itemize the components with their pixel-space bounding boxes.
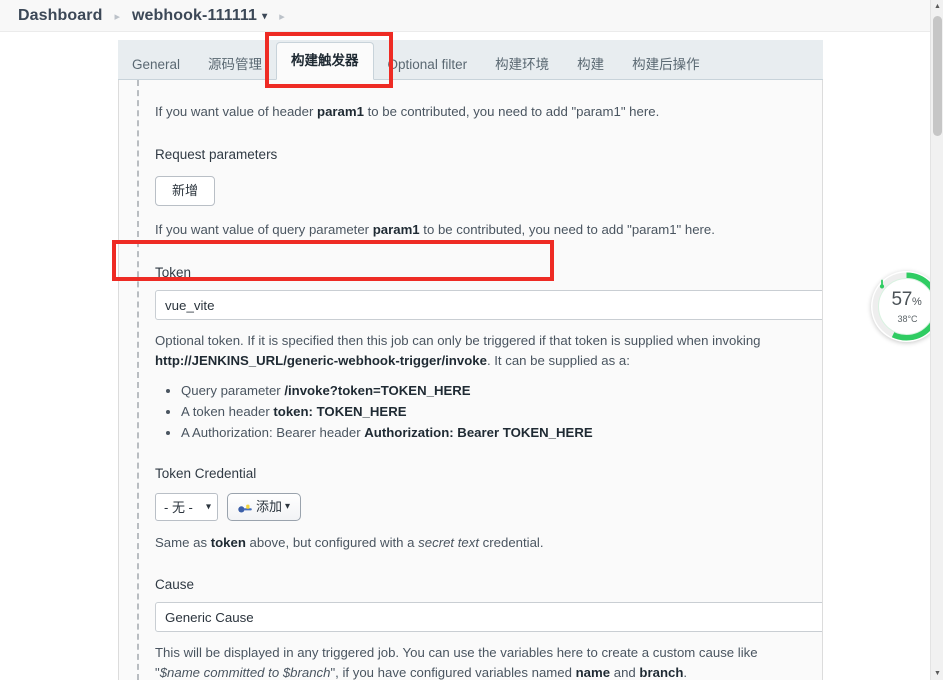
token-help-line-2: http://JENKINS_URL/generic-webhook-trigg… bbox=[137, 351, 822, 370]
cause-help-mid: ", if you have configured variables name… bbox=[330, 665, 576, 680]
header-help-pre: If you want value of header bbox=[155, 104, 318, 119]
token-help-suffix: . It can be supplied as a: bbox=[486, 353, 630, 368]
token-help-url: http://JENKINS_URL/generic-webhook-trigg… bbox=[155, 353, 487, 368]
cause-help-and: and bbox=[610, 665, 640, 680]
list-item: A Authorization: Bearer header Authoriza… bbox=[181, 422, 822, 443]
chevron-down-icon[interactable]: ▾ bbox=[262, 11, 267, 22]
form-body: If you want value of header param1 to be… bbox=[137, 80, 822, 680]
header-help-bold: param1 bbox=[317, 104, 364, 119]
breadcrumb-item-dashboard[interactable]: Dashboard bbox=[18, 7, 102, 25]
cause-label: Cause bbox=[155, 577, 195, 592]
app-window: Dashboard ▸ webhook-111111 ▾ ▸ General 源码… bbox=[0, 0, 943, 680]
tc-help-pre: Same as bbox=[155, 535, 211, 550]
bullet-1-bold: token: TOKEN_HERE bbox=[273, 404, 407, 419]
tc-help-post: credential. bbox=[479, 535, 544, 550]
tc-help-mid: above, but configured with a bbox=[245, 535, 419, 550]
cause-help-line-2: "$name committed to $branch", if you hav… bbox=[137, 663, 822, 680]
cause-input[interactable] bbox=[155, 602, 822, 632]
breadcrumb-separator-icon-2: ▸ bbox=[279, 11, 285, 23]
bullet-0-bold: /invoke?token=TOKEN_HERE bbox=[284, 383, 471, 398]
scrollbar-thumb[interactable] bbox=[933, 16, 942, 136]
gauge-temperature-value: 38°C bbox=[897, 313, 918, 324]
cause-help-italic: $name committed to $branch bbox=[159, 665, 331, 680]
tab-build-environment[interactable]: 构建环境 bbox=[481, 49, 563, 80]
cause-help-bold-name: name bbox=[575, 665, 611, 680]
key-icon bbox=[238, 502, 253, 513]
gauge-percent-unit: % bbox=[912, 295, 922, 308]
request-parameters-label: Request parameters bbox=[155, 147, 278, 162]
breadcrumb: Dashboard ▸ webhook-111111 ▾ ▸ bbox=[0, 0, 930, 32]
gauge-percent-value: 57 bbox=[891, 288, 913, 310]
breadcrumb-separator-icon: ▸ bbox=[114, 11, 121, 23]
add-credential-button[interactable]: 添加 ▾ bbox=[227, 493, 302, 521]
token-credential-select-wrap: - 无 - ▾ bbox=[155, 493, 218, 521]
bullet-0-plain: Query parameter bbox=[181, 383, 285, 398]
token-credential-help: Same as token above, but configured with… bbox=[137, 533, 822, 552]
token-label: Token bbox=[155, 265, 192, 280]
token-supply-list: Query parameter /invoke?token=TOKEN_HERE… bbox=[137, 380, 822, 443]
header-help-post: to be contributed, you need to add "para… bbox=[363, 104, 660, 119]
cause-help-end: . bbox=[683, 665, 688, 680]
vertical-scrollbar[interactable]: ▲ ▼ bbox=[930, 0, 943, 680]
tab-optional-filter[interactable]: Optional filter bbox=[374, 49, 482, 80]
list-item: Query parameter /invoke?token=TOKEN_HERE bbox=[181, 380, 822, 401]
bullet-1-plain: A token header bbox=[181, 404, 274, 419]
rp-help-post: to be contributed, you need to add "para… bbox=[419, 222, 715, 237]
token-credential-label: Token Credential bbox=[155, 466, 257, 481]
tc-help-italic: secret text bbox=[418, 535, 480, 550]
bullet-2-bold: Authorization: Bearer TOKEN_HERE bbox=[364, 425, 593, 440]
token-credential-select[interactable]: - 无 - bbox=[155, 493, 218, 521]
add-credential-label: 添加 bbox=[256, 499, 283, 514]
token-input[interactable] bbox=[155, 290, 822, 320]
header-param-help: If you want value of header param1 to be… bbox=[137, 102, 822, 121]
tab-post-build-actions[interactable]: 构建后操作 bbox=[618, 49, 714, 80]
tab-build[interactable]: 构建 bbox=[563, 49, 618, 80]
breadcrumb-job-label: webhook-111111 bbox=[132, 6, 258, 24]
gauge-percent: 57% bbox=[891, 290, 921, 312]
gauge-inner-face: 57% 38°C bbox=[878, 278, 935, 335]
list-item: A token header token: TOKEN_HERE bbox=[181, 401, 822, 422]
rp-help-bold: param1 bbox=[372, 222, 420, 237]
add-credential-caret-icon: ▾ bbox=[285, 501, 291, 512]
config-tab-strip: General 源码管理 构建触发器 Optional filter 构建环境 … bbox=[118, 40, 823, 80]
scrollbar-up-arrow-icon[interactable]: ▲ bbox=[931, 0, 943, 13]
request-parameters-help: If you want value of query parameter par… bbox=[137, 220, 822, 239]
tc-help-bold: token bbox=[210, 535, 246, 550]
tab-general[interactable]: General bbox=[118, 49, 194, 80]
tab-build-triggers[interactable]: 构建触发器 bbox=[276, 42, 374, 80]
main-content: General 源码管理 构建触发器 Optional filter 构建环境 … bbox=[0, 32, 930, 680]
breadcrumb-item-job[interactable]: webhook-111111 ▾ bbox=[132, 7, 267, 25]
token-credential-row: - 无 - ▾ 添加 ▾ bbox=[137, 493, 822, 521]
gauge-temperature: 38°C bbox=[879, 279, 918, 324]
cause-help-line-1: This will be displayed in any triggered … bbox=[155, 645, 758, 660]
rp-help-pre: If you want value of query parameter bbox=[155, 222, 373, 237]
cause-help-bold-branch: branch bbox=[639, 665, 684, 680]
build-triggers-form-panel: If you want value of header param1 to be… bbox=[118, 80, 823, 680]
bullet-2-plain: A Authorization: Bearer header bbox=[181, 425, 365, 440]
tab-source-management[interactable]: 源码管理 bbox=[194, 49, 276, 80]
scrollbar-down-arrow-icon[interactable]: ▼ bbox=[931, 667, 943, 680]
token-help-line-1: Optional token. If it is specified then … bbox=[155, 333, 761, 348]
request-parameters-add-button[interactable]: 新增 bbox=[155, 176, 216, 206]
